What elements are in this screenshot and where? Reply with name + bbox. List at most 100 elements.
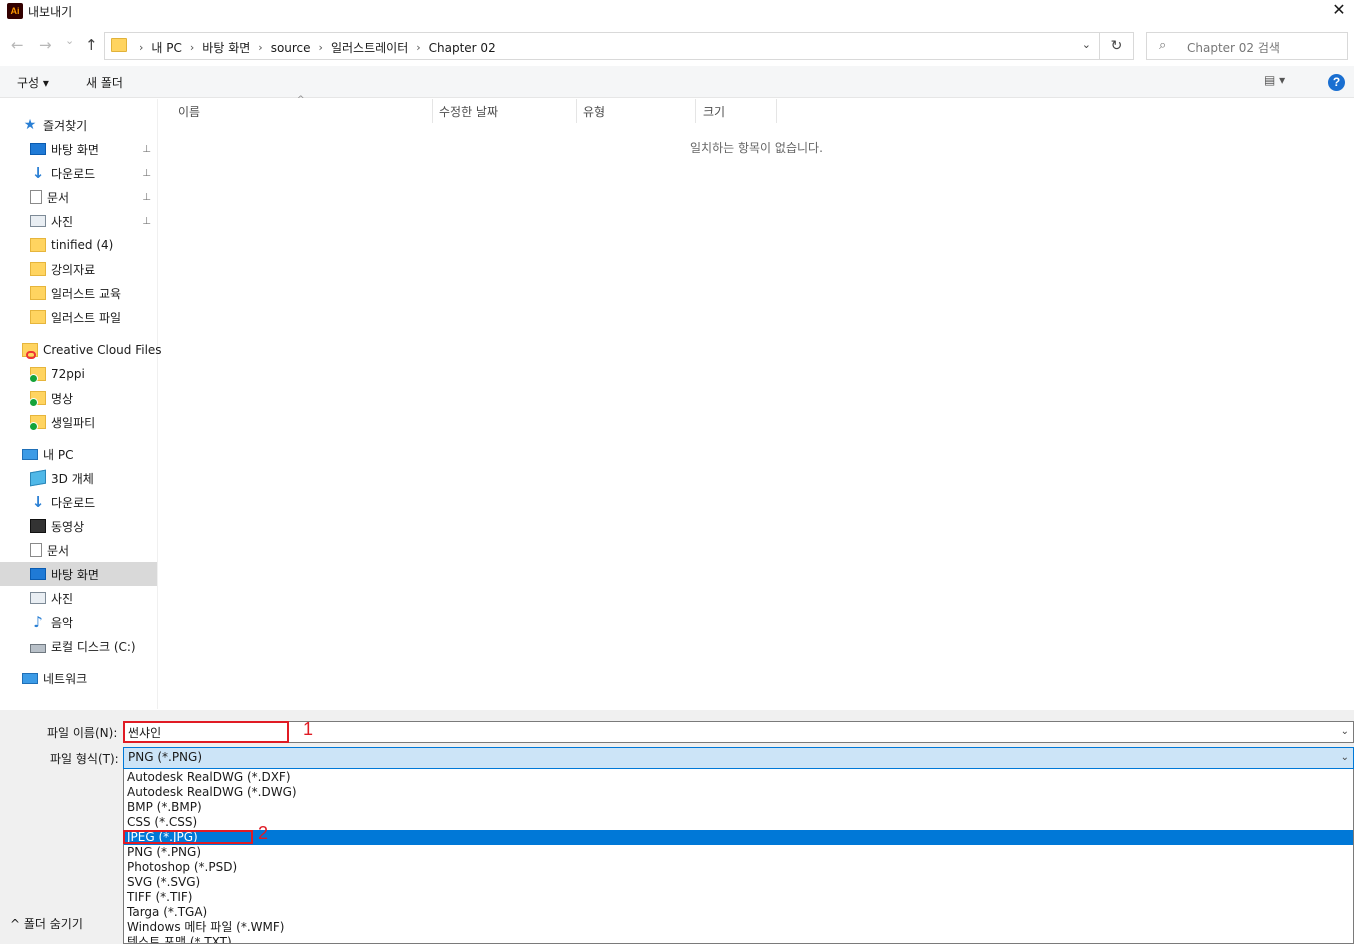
forward-arrow-icon[interactable]: →	[39, 36, 52, 54]
sidebar-item[interactable]: 동영상	[0, 514, 157, 538]
column-type[interactable]: 유형	[583, 103, 605, 120]
recent-locations-chevron-icon[interactable]: ⌄	[65, 34, 74, 47]
breadcrumb-item[interactable]: source	[271, 41, 311, 55]
file-type-option[interactable]: Autodesk RealDWG (*.DXF)	[124, 770, 1353, 785]
column-divider[interactable]	[695, 99, 696, 123]
illustrator-app-icon: Ai	[7, 3, 23, 19]
column-date-modified[interactable]: 수정한 날짜	[439, 103, 498, 120]
navigation-pane[interactable]: ★ 즐겨찾기 바탕 화면 ⊥ ↓ 다운로드 ⊥ 문서 ⊥ 사진 ⊥ tinified (4) 강의자료 일…	[0, 99, 162, 709]
file-type-option[interactable]: Targa (*.TGA)	[124, 905, 1353, 920]
file-type-select[interactable]: PNG (*.PNG) ⌄	[123, 747, 1354, 769]
file-type-option[interactable]: PNG (*.PNG)	[124, 845, 1353, 860]
sidebar-item[interactable]: 바탕 화면	[0, 562, 157, 586]
picture-icon	[30, 215, 46, 227]
sidebar-item[interactable]: 사진 ⊥	[0, 209, 157, 233]
sidebar-item[interactable]: Creative Cloud Files	[0, 338, 162, 362]
close-button[interactable]: ✕	[1324, 0, 1354, 22]
sidebar-item[interactable]: ♪ 음악	[0, 610, 157, 634]
breadcrumb-item[interactable]: 일러스트레이터	[331, 39, 408, 56]
column-divider[interactable]	[776, 99, 777, 123]
file-type-option[interactable]: SVG (*.SVG)	[124, 875, 1353, 890]
file-type-value: PNG (*.PNG)	[128, 750, 203, 764]
command-toolbar: 구성 ▾ 새 폴더 ▤ ▾ ?	[0, 66, 1354, 98]
file-type-option[interactable]: Autodesk RealDWG (*.DWG)	[124, 785, 1353, 800]
sync-ok-badge-icon	[29, 422, 38, 431]
column-header: 이름 ^ 수정한 날짜 유형 크기	[160, 95, 1354, 123]
folder-icon	[111, 38, 127, 52]
file-name-dropdown-chevron-icon[interactable]: ⌄	[1341, 726, 1349, 737]
change-view-button[interactable]: ▤ ▾	[1264, 73, 1285, 87]
file-type-option[interactable]: Windows 메타 파일 (*.WMF)	[124, 920, 1353, 935]
refresh-button[interactable]: ↻	[1100, 32, 1134, 60]
sidebar-item-label: 72ppi	[51, 367, 85, 381]
sidebar-item[interactable]: tinified (4)	[0, 233, 157, 257]
back-arrow-icon[interactable]: ←	[11, 36, 24, 54]
sidebar-item[interactable]: 일러스트 파일	[0, 305, 157, 329]
file-type-option[interactable]: 텍스트 포맷 (*.TXT)	[124, 935, 1353, 943]
synced-folder-icon	[29, 391, 46, 407]
file-type-dropdown-chevron-icon[interactable]: ⌄	[1341, 752, 1349, 763]
sidebar-item[interactable]: ↓ 다운로드	[0, 490, 157, 514]
video-icon	[30, 519, 46, 533]
sidebar-item-label: tinified (4)	[51, 238, 114, 252]
pin-icon: ⊥	[142, 191, 151, 203]
address-bar[interactable]: › 내 PC › 바탕 화면 › source › 일러스트레이터 › Chapter 02 ⌄	[104, 32, 1100, 60]
sidebar-item[interactable]: 네트워크	[0, 666, 157, 690]
breadcrumb-separator-icon[interactable]: ›	[416, 41, 420, 54]
annotation-number-2: 2	[258, 823, 269, 843]
breadcrumb-separator-icon[interactable]: ›	[139, 41, 143, 54]
address-dropdown-chevron-icon[interactable]: ⌄	[1082, 38, 1091, 51]
sidebar-item[interactable]: 내 PC	[0, 442, 157, 466]
breadcrumb-item[interactable]: Chapter 02	[429, 41, 496, 55]
address-row: ← → ⌄ ↑ › 내 PC › 바탕 화면 › source › 일러스트레이터 › Chapt…	[0, 28, 1354, 64]
breadcrumb-separator-icon[interactable]: ›	[258, 41, 262, 54]
sidebar-item[interactable]: 문서 ⊥	[0, 185, 157, 209]
folder-icon	[30, 238, 46, 252]
annotation-box-1	[123, 721, 289, 743]
sidebar-item[interactable]: 3D 개체	[0, 466, 157, 490]
breadcrumb-item[interactable]: 내 PC	[151, 39, 181, 56]
creative-cloud-badge-icon	[26, 351, 36, 359]
up-arrow-icon[interactable]: ↑	[85, 36, 98, 54]
sort-ascending-icon: ^	[297, 95, 305, 105]
sidebar-item[interactable]: 강의자료	[0, 257, 157, 281]
breadcrumb: › 내 PC › 바탕 화면 › source › 일러스트레이터 › Chapter 02	[131, 39, 496, 56]
sidebar-item[interactable]: ★ 즐겨찾기	[0, 113, 157, 137]
column-divider[interactable]	[432, 99, 433, 123]
music-icon: ♪	[33, 613, 43, 631]
file-type-option[interactable]: BMP (*.BMP)	[124, 800, 1353, 815]
new-folder-button[interactable]: 새 폴더	[86, 74, 123, 91]
file-type-label: 파일 형식(T):	[50, 752, 119, 766]
download-icon: ↓	[31, 493, 45, 511]
sidebar-item[interactable]: 생일파티	[0, 410, 157, 434]
window-title: 내보내기	[28, 5, 73, 19]
file-type-option[interactable]: Photoshop (*.PSD)	[124, 860, 1353, 875]
document-icon	[30, 190, 42, 204]
sidebar-item[interactable]: 명상	[0, 386, 157, 410]
column-name[interactable]: 이름	[178, 103, 200, 120]
hide-folders-button[interactable]: ^ 폴더 숨기기	[10, 915, 83, 932]
desktop-icon	[30, 568, 46, 580]
column-divider[interactable]	[576, 99, 577, 123]
sidebar-item[interactable]: 로컬 디스크 (C:)	[0, 634, 157, 658]
breadcrumb-separator-icon[interactable]: ›	[190, 41, 194, 54]
search-icon: ⌕	[1159, 38, 1167, 53]
sidebar-item[interactable]: ↓ 다운로드 ⊥	[0, 161, 157, 185]
file-type-options-list[interactable]: Autodesk RealDWG (*.DXF) Autodesk RealDWG…	[123, 769, 1354, 944]
sidebar-item[interactable]: 문서	[0, 538, 157, 562]
file-type-option[interactable]: JPEG (*.JPG)	[124, 830, 1353, 845]
sidebar-item[interactable]: 일러스트 교육	[0, 281, 157, 305]
download-icon: ↓	[31, 164, 45, 182]
sidebar-item[interactable]: 바탕 화면 ⊥	[0, 137, 157, 161]
breadcrumb-item[interactable]: 바탕 화면	[202, 39, 250, 56]
file-type-option[interactable]: TIFF (*.TIF)	[124, 890, 1353, 905]
breadcrumb-separator-icon[interactable]: ›	[319, 41, 323, 54]
sidebar-item-label: 즐겨찾기	[43, 118, 88, 133]
column-size[interactable]: 크기	[703, 103, 725, 120]
sidebar-item[interactable]: 72ppi	[0, 362, 157, 386]
organize-button[interactable]: 구성 ▾	[17, 74, 49, 91]
search-input[interactable]: ⌕ Chapter 02 검색	[1146, 32, 1348, 60]
help-icon[interactable]: ?	[1328, 74, 1345, 91]
sidebar-item[interactable]: 사진	[0, 586, 157, 610]
file-type-option[interactable]: CSS (*.CSS)	[124, 815, 1353, 830]
